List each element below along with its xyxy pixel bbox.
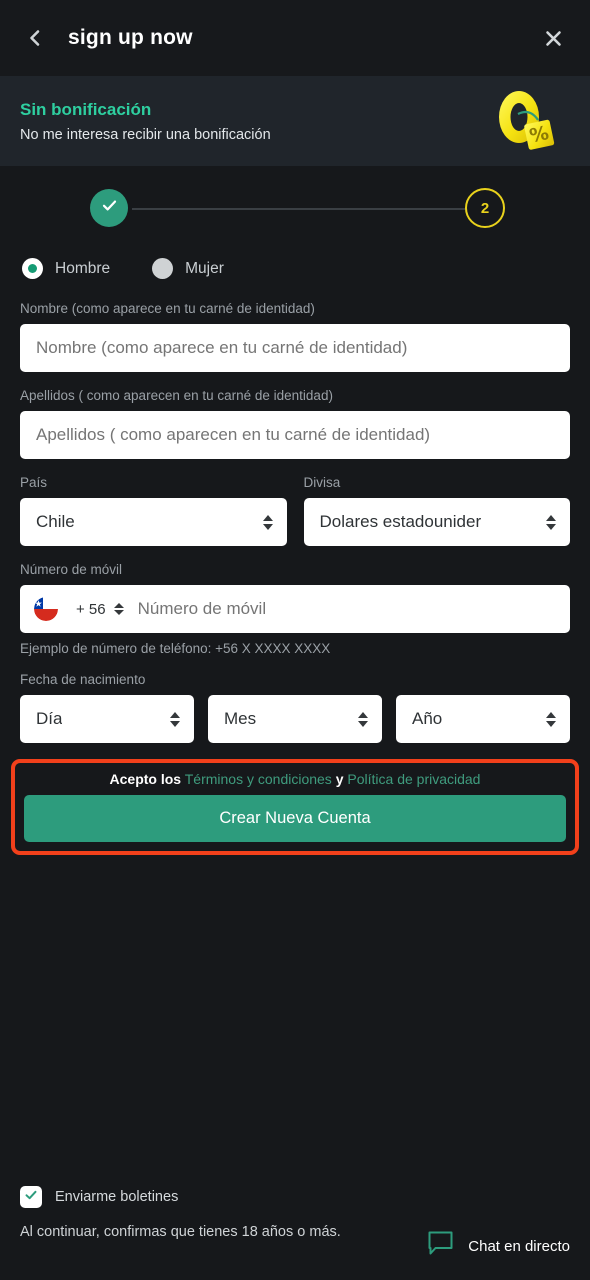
chevron-updown-icon (113, 603, 124, 615)
field-mobile: Número de móvil + 56 Número de móvil Eje… (20, 562, 570, 656)
newsletter-checkbox[interactable] (20, 1186, 42, 1208)
currency-value: Dolares estadounider (319, 512, 482, 531)
bonus-subtitle: No me interesa recibir una bonificación (20, 126, 271, 143)
country-select[interactable]: Chile (20, 498, 287, 546)
signup-modal: sign up now Sin bonificación No me inter… (0, 0, 590, 1280)
gender-label-hombre: Hombre (55, 259, 111, 277)
progress-stepper: 2 (20, 166, 570, 250)
last-name-label: Apellidos ( como aparecen en tu carné de… (20, 388, 333, 403)
dob-day-select[interactable]: Día (20, 695, 194, 743)
create-account-highlight-box: Acepto los Términos y condiciones y Polí… (11, 759, 579, 856)
live-chat-button[interactable]: Chat en directo (427, 1222, 570, 1262)
terms-conjunction: y (335, 771, 344, 787)
footer-bottom-row: Al continuar, confirmas que tienes 18 añ… (20, 1222, 570, 1262)
chevron-updown-icon (358, 711, 368, 727)
mobile-label: Número de móvil (20, 562, 123, 577)
mobile-hint: Ejemplo de número de teléfono: +56 X XXX… (20, 641, 331, 656)
stepper-connector (132, 208, 485, 210)
newsletter-label: Enviarme boletines (55, 1189, 179, 1205)
terms-prefix: Acepto los (109, 771, 182, 787)
gender-label-mujer: Mujer (185, 259, 224, 277)
age-notice: Al continuar, confirmas que tienes 18 añ… (20, 1224, 341, 1240)
last-name-input[interactable] (20, 411, 570, 459)
currency-select[interactable]: Dolares estadounider (303, 498, 570, 546)
dial-code-select[interactable]: + 56 (76, 601, 124, 618)
field-last-name: Apellidos ( como aparecen en tu carné de… (20, 388, 570, 459)
first-name-input[interactable] (20, 324, 570, 372)
field-dob: Fecha de nacimiento Día Mes Año (20, 672, 570, 743)
mobile-number-input[interactable] (137, 599, 560, 619)
country-label: País (20, 475, 48, 490)
terms-and-conditions-link[interactable]: Términos y condiciones (185, 771, 332, 787)
dob-month-wrapper: Mes (208, 695, 382, 743)
radio-hombre-icon[interactable] (22, 258, 43, 279)
field-first-name: Nombre (como aparece en tu carné de iden… (20, 301, 570, 372)
privacy-policy-link[interactable]: Política de privacidad (347, 771, 480, 787)
first-name-label: Nombre (como aparece en tu carné de iden… (20, 301, 315, 316)
terms-text: Acepto los Términos y condiciones y Polí… (24, 770, 566, 788)
country-value: Chile (36, 512, 75, 531)
stepper-step-2[interactable]: 2 (465, 188, 505, 228)
signup-form-body: 2 Hombre Mujer Nombre (como aparece en t… (0, 166, 590, 1280)
zero-percent-badge-icon: % (488, 84, 562, 158)
gender-option-hombre[interactable]: Hombre (22, 258, 110, 279)
live-chat-label: Chat en directo (468, 1237, 570, 1255)
chevron-updown-icon (262, 514, 273, 530)
dob-month-select[interactable]: Mes (208, 695, 382, 743)
radio-dot (28, 264, 37, 273)
dob-row: Día Mes Año (20, 695, 570, 743)
dob-day-value: Día (36, 709, 63, 728)
currency-label: Divisa (303, 475, 341, 490)
chevron-updown-icon (546, 711, 556, 727)
check-icon (100, 196, 119, 220)
radio-mujer-icon[interactable] (152, 258, 174, 279)
country-currency-row: País Chile Divisa Dolares estadounider (20, 475, 570, 562)
modal-header: sign up now (0, 0, 590, 76)
dob-day-wrapper: Día (20, 695, 194, 743)
chat-bubble-icon (427, 1230, 454, 1262)
close-icon[interactable] (538, 23, 568, 53)
check-icon (24, 1188, 38, 1207)
chevron-left-icon[interactable] (20, 23, 50, 53)
dob-label: Fecha de nacimiento (20, 672, 146, 687)
field-country: País Chile (20, 475, 287, 546)
field-currency: Divisa Dolares estadounider (303, 475, 570, 546)
gender-option-mujer[interactable]: Mujer (152, 258, 224, 279)
newsletter-row[interactable]: Enviarme boletines (20, 1186, 570, 1208)
page-title: sign up now (68, 26, 193, 49)
mobile-input-wrapper: + 56 (20, 585, 570, 633)
chevron-updown-icon (170, 711, 180, 727)
dial-code-value: + 56 (76, 600, 106, 618)
dob-year-select[interactable]: Año (396, 695, 570, 743)
dob-year-value: Año (412, 709, 443, 728)
stepper-step-1[interactable] (90, 189, 128, 227)
bonus-banner[interactable]: Sin bonificación No me interesa recibir … (0, 76, 590, 166)
create-account-button[interactable]: Crear Nueva Cuenta (24, 795, 566, 843)
dob-year-wrapper: Año (396, 695, 570, 743)
chevron-updown-icon (546, 514, 556, 530)
bonus-title: Sin bonificación (20, 99, 152, 119)
chile-flag-icon (34, 597, 58, 621)
stepper-step-2-label: 2 (480, 199, 490, 217)
bonus-text: Sin bonificación No me interesa recibir … (20, 100, 488, 143)
gender-radio-group: Hombre Mujer (20, 250, 570, 301)
modal-footer: Enviarme boletines Al continuar, confirm… (0, 1186, 590, 1280)
dob-month-value: Mes (224, 709, 257, 728)
